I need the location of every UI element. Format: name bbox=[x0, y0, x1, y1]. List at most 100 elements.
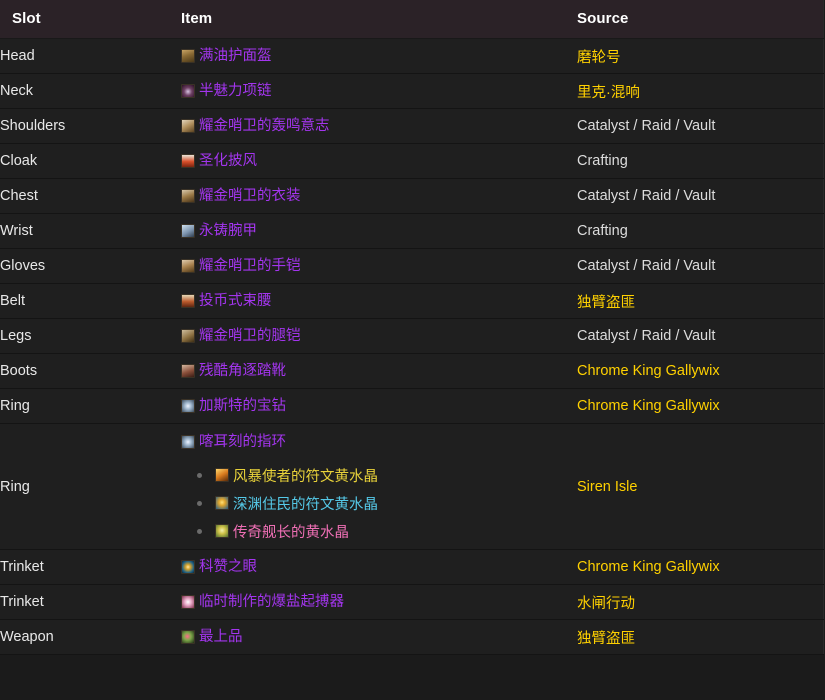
item-name: 临时制作的爆盐起搏器 bbox=[199, 594, 344, 610]
gem-name: 深渊住民的符文黄水晶 bbox=[233, 496, 378, 513]
gem-list-item[interactable]: 风暴使者的符文黄水晶 bbox=[197, 461, 571, 489]
item-cell: 临时制作的爆盐起搏器 bbox=[175, 584, 571, 620]
item-link[interactable]: 投币式束腰 bbox=[181, 292, 571, 310]
ring-icon bbox=[181, 399, 195, 413]
source-cell: Catalyst / Raid / Vault bbox=[571, 108, 823, 144]
source-cell[interactable]: Siren Isle bbox=[571, 423, 823, 550]
item-name: 最上品 bbox=[199, 629, 243, 645]
cloak-icon bbox=[181, 154, 195, 168]
source-cell[interactable]: Chrome King Gallywix bbox=[571, 549, 823, 585]
ring-icon bbox=[181, 435, 195, 449]
slot-cell: Belt bbox=[0, 283, 175, 319]
source-cell[interactable]: 独臂盗匪 bbox=[571, 619, 823, 655]
slot-cell: Ring bbox=[0, 388, 175, 424]
slot-cell: Weapon bbox=[0, 619, 175, 655]
item-cell: 半魅力项链 bbox=[175, 73, 571, 109]
source-cell: Catalyst / Raid / Vault bbox=[571, 248, 823, 284]
item-name: 永铸腕甲 bbox=[199, 223, 257, 239]
item-link[interactable]: 喀耳刻的指环 bbox=[181, 433, 571, 451]
gem-pink-icon bbox=[215, 524, 229, 538]
source-cell: Crafting bbox=[571, 143, 823, 179]
item-cell: 满油护面盔 bbox=[175, 38, 571, 74]
column-header-source[interactable]: Source bbox=[571, 0, 823, 39]
gem-name: 风暴使者的符文黄水晶 bbox=[233, 468, 378, 485]
item-cell: 科赞之眼 bbox=[175, 549, 571, 585]
boots-icon bbox=[181, 364, 195, 378]
item-link[interactable]: 科赞之眼 bbox=[181, 558, 571, 576]
item-link[interactable]: 耀金哨卫的手铠 bbox=[181, 257, 571, 275]
item-name: 加斯特的宝钻 bbox=[199, 398, 286, 414]
item-cell: 耀金哨卫的腿铠 bbox=[175, 318, 571, 354]
table-row: Neck 半魅力项链 里克·混响 bbox=[0, 73, 823, 109]
source-cell[interactable]: 独臂盗匪 bbox=[571, 283, 823, 319]
source-cell[interactable]: 磨轮号 bbox=[571, 38, 823, 74]
item-name: 投币式束腰 bbox=[199, 293, 272, 309]
bullet-icon bbox=[197, 501, 202, 506]
source-cell: Crafting bbox=[571, 213, 823, 249]
chest-icon bbox=[181, 189, 195, 203]
slot-cell: Neck bbox=[0, 73, 175, 109]
item-name: 耀金哨卫的腿铠 bbox=[199, 328, 301, 344]
gem-name: 传奇舰长的黄水晶 bbox=[233, 524, 349, 541]
item-link[interactable]: 永铸腕甲 bbox=[181, 222, 571, 240]
table-row: Wrist 永铸腕甲 Crafting bbox=[0, 213, 823, 249]
item-link[interactable]: 圣化披风 bbox=[181, 152, 571, 170]
item-link[interactable]: 最上品 bbox=[181, 628, 571, 646]
gem-list-item[interactable]: 传奇舰长的黄水晶 bbox=[197, 517, 571, 545]
weapon-icon bbox=[181, 630, 195, 644]
helm-icon bbox=[181, 49, 195, 63]
item-link[interactable]: 耀金哨卫的腿铠 bbox=[181, 327, 571, 345]
item-cell: 投币式束腰 bbox=[175, 283, 571, 319]
gem-cyan-icon bbox=[215, 496, 229, 510]
header-row: Slot Item Source bbox=[0, 0, 823, 39]
item-link[interactable]: 满油护面盔 bbox=[181, 47, 571, 65]
item-link[interactable]: 残酷角逐踏靴 bbox=[181, 362, 571, 380]
item-name: 耀金哨卫的手铠 bbox=[199, 258, 301, 274]
source-cell: Catalyst / Raid / Vault bbox=[571, 178, 823, 214]
table-row: Chest 耀金哨卫的衣装 Catalyst / Raid / Vault bbox=[0, 178, 823, 214]
source-cell[interactable]: Chrome King Gallywix bbox=[571, 388, 823, 424]
bullet-icon bbox=[197, 473, 202, 478]
slot-cell: Legs bbox=[0, 318, 175, 354]
table-row: Ring 喀耳刻的指环 风暴使者的符文黄水晶 深渊住民的符文黄水晶 传奇舰长的黄水晶 Si… bbox=[0, 423, 823, 550]
item-link[interactable]: 加斯特的宝钻 bbox=[181, 397, 571, 415]
item-link[interactable]: 耀金哨卫的衣装 bbox=[181, 187, 571, 205]
table-row: Head 满油护面盔 磨轮号 bbox=[0, 38, 823, 74]
slot-cell: Trinket bbox=[0, 584, 175, 620]
source-cell[interactable]: Chrome King Gallywix bbox=[571, 353, 823, 389]
gem-list: 风暴使者的符文黄水晶 深渊住民的符文黄水晶 传奇舰长的黄水晶 bbox=[181, 461, 571, 545]
item-name: 喀耳刻的指环 bbox=[199, 434, 286, 450]
legs-icon bbox=[181, 329, 195, 343]
slot-cell: Gloves bbox=[0, 248, 175, 284]
slot-cell: Boots bbox=[0, 353, 175, 389]
item-cell: 耀金哨卫的手铠 bbox=[175, 248, 571, 284]
bullet-icon bbox=[197, 529, 202, 534]
item-link[interactable]: 临时制作的爆盐起搏器 bbox=[181, 593, 571, 611]
table-row: Trinket 科赞之眼 Chrome King Gallywix bbox=[0, 549, 823, 585]
source-cell[interactable]: 里克·混响 bbox=[571, 73, 823, 109]
slot-cell: Head bbox=[0, 38, 175, 74]
table-row: Belt 投币式束腰 独臂盗匪 bbox=[0, 283, 823, 319]
item-cell: 耀金哨卫的轰鸣意志 bbox=[175, 108, 571, 144]
item-name: 耀金哨卫的轰鸣意志 bbox=[199, 118, 330, 134]
gem-list-item[interactable]: 深渊住民的符文黄水晶 bbox=[197, 489, 571, 517]
belt-icon bbox=[181, 294, 195, 308]
table-row: Boots 残酷角逐踏靴 Chrome King Gallywix bbox=[0, 353, 823, 389]
slot-cell: Trinket bbox=[0, 549, 175, 585]
item-name: 残酷角逐踏靴 bbox=[199, 363, 286, 379]
item-cell: 耀金哨卫的衣装 bbox=[175, 178, 571, 214]
source-cell[interactable]: 水闸行动 bbox=[571, 584, 823, 620]
item-cell: 永铸腕甲 bbox=[175, 213, 571, 249]
column-header-slot[interactable]: Slot bbox=[0, 0, 175, 39]
item-link[interactable]: 半魅力项链 bbox=[181, 82, 571, 100]
item-cell: 圣化披风 bbox=[175, 143, 571, 179]
item-link[interactable]: 耀金哨卫的轰鸣意志 bbox=[181, 117, 571, 135]
trinket-eye-icon bbox=[181, 560, 195, 574]
shoulder-icon bbox=[181, 119, 195, 133]
item-cell: 残酷角逐踏靴 bbox=[175, 353, 571, 389]
table-row: Ring 加斯特的宝钻 Chrome King Gallywix bbox=[0, 388, 823, 424]
wrist-icon bbox=[181, 224, 195, 238]
item-name: 耀金哨卫的衣装 bbox=[199, 188, 301, 204]
trinket-pacemaker-icon bbox=[181, 595, 195, 609]
column-header-item[interactable]: Item bbox=[175, 0, 571, 39]
